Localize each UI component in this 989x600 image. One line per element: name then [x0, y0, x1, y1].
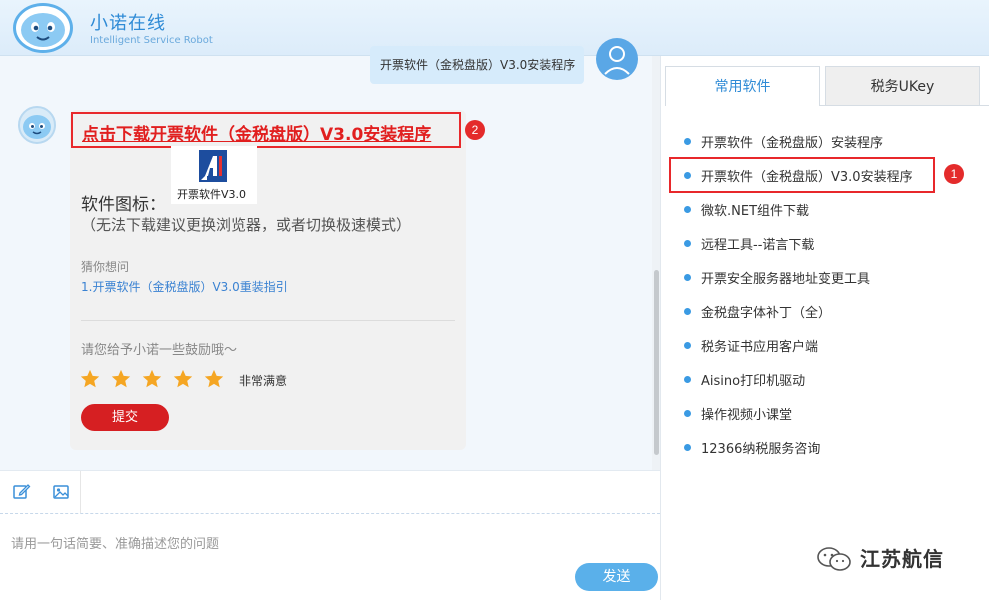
software-item[interactable]: Aisino打印机驱动 [684, 370, 805, 389]
watermark: 江苏航信 [816, 543, 966, 573]
star-rating[interactable] [79, 368, 239, 392]
star-icon[interactable] [172, 368, 194, 390]
tab-common-software[interactable]: 常用软件 [665, 66, 820, 106]
edit-icon[interactable] [8, 479, 34, 505]
send-button[interactable]: 发送 [575, 563, 658, 591]
software-item[interactable]: 12366纳税服务咨询 [684, 438, 820, 457]
bullet-icon [684, 206, 691, 213]
annotation-badge-1: 1 [944, 164, 964, 184]
software-item-label: Aisino打印机驱动 [701, 374, 806, 389]
app-icon-label: 开票软件V3.0 [177, 188, 247, 201]
tab-underline [820, 105, 989, 106]
software-item-label: 金税盘字体补丁（全） [701, 306, 832, 321]
software-item-label: 12366纳税服务咨询 [701, 442, 821, 457]
software-item-label: 开票软件（金税盘版）安装程序 [701, 136, 884, 151]
bullet-icon [684, 274, 691, 281]
software-item[interactable]: 开票软件（金税盘版）安装程序 [684, 132, 883, 151]
software-item[interactable]: 操作视频小课堂 [684, 404, 792, 423]
bullet-icon [684, 376, 691, 383]
tab-tax-ukey[interactable]: 税务UKey [825, 66, 980, 106]
feedback-prompt: 请您给予小诺一些鼓励哦～ [81, 343, 238, 358]
input-area [0, 513, 660, 600]
robot-logo-icon [12, 2, 74, 54]
software-item-label: 税务证书应用客户端 [701, 340, 819, 355]
bullet-icon [684, 240, 691, 247]
software-item[interactable]: 微软.NET组件下载 [684, 200, 809, 219]
software-item-label: 微软.NET组件下载 [701, 204, 810, 219]
download-link[interactable]: 点击下载开票软件（金税盘版）V3.0安装程序 [71, 112, 461, 148]
guess-link[interactable]: 1.开票软件（金税盘版）V3.0重装指引 [81, 278, 288, 295]
watermark-text: 江苏航信 [860, 547, 944, 571]
app-subtitle: Intelligent Service Robot [90, 35, 213, 46]
bullet-icon [684, 342, 691, 349]
star-icon[interactable] [203, 368, 225, 390]
software-item[interactable]: 开票安全服务器地址变更工具 [684, 268, 870, 287]
software-item-label: 开票安全服务器地址变更工具 [701, 272, 871, 287]
wechat-icon [816, 546, 852, 572]
star-icon[interactable] [79, 368, 101, 390]
chat-scrollbar-thumb[interactable] [654, 270, 659, 455]
software-item[interactable]: 税务证书应用客户端 [684, 336, 818, 355]
annotation-highlight [669, 157, 935, 193]
question-input[interactable] [11, 524, 571, 564]
bullet-icon [684, 444, 691, 451]
browser-hint: （无法下载建议更换浏览器，或者切换极速模式） [81, 216, 412, 234]
user-message: 开票软件（金税盘版）V3.0安装程序 [370, 46, 584, 84]
guess-title: 猜你想问 [81, 260, 130, 274]
app-icon [199, 150, 227, 182]
submit-button[interactable]: 提交 [81, 404, 169, 431]
star-icon[interactable] [141, 368, 163, 390]
bullet-icon [684, 410, 691, 417]
software-icon-label: 软件图标： [81, 195, 166, 215]
software-item[interactable]: 金税盘字体补丁（全） [684, 302, 831, 321]
bot-avatar-icon [18, 106, 56, 144]
toolbar-divider [80, 471, 81, 513]
software-item[interactable]: 远程工具--诺言下载 [684, 234, 814, 253]
software-item-label: 操作视频小课堂 [701, 408, 793, 423]
app-title: 小诺在线 [90, 13, 166, 34]
bullet-icon [684, 138, 691, 145]
divider [81, 320, 455, 321]
bullet-icon [684, 308, 691, 315]
star-icon[interactable] [110, 368, 132, 390]
annotation-badge-2: 2 [465, 120, 485, 140]
image-icon[interactable] [48, 479, 74, 505]
input-toolbar [0, 470, 660, 513]
rating-text: 非常满意 [239, 374, 288, 388]
user-avatar-icon [596, 38, 638, 80]
app-shortcut[interactable]: 开票软件V3.0 [171, 146, 257, 204]
software-item-label: 远程工具--诺言下载 [701, 238, 815, 253]
